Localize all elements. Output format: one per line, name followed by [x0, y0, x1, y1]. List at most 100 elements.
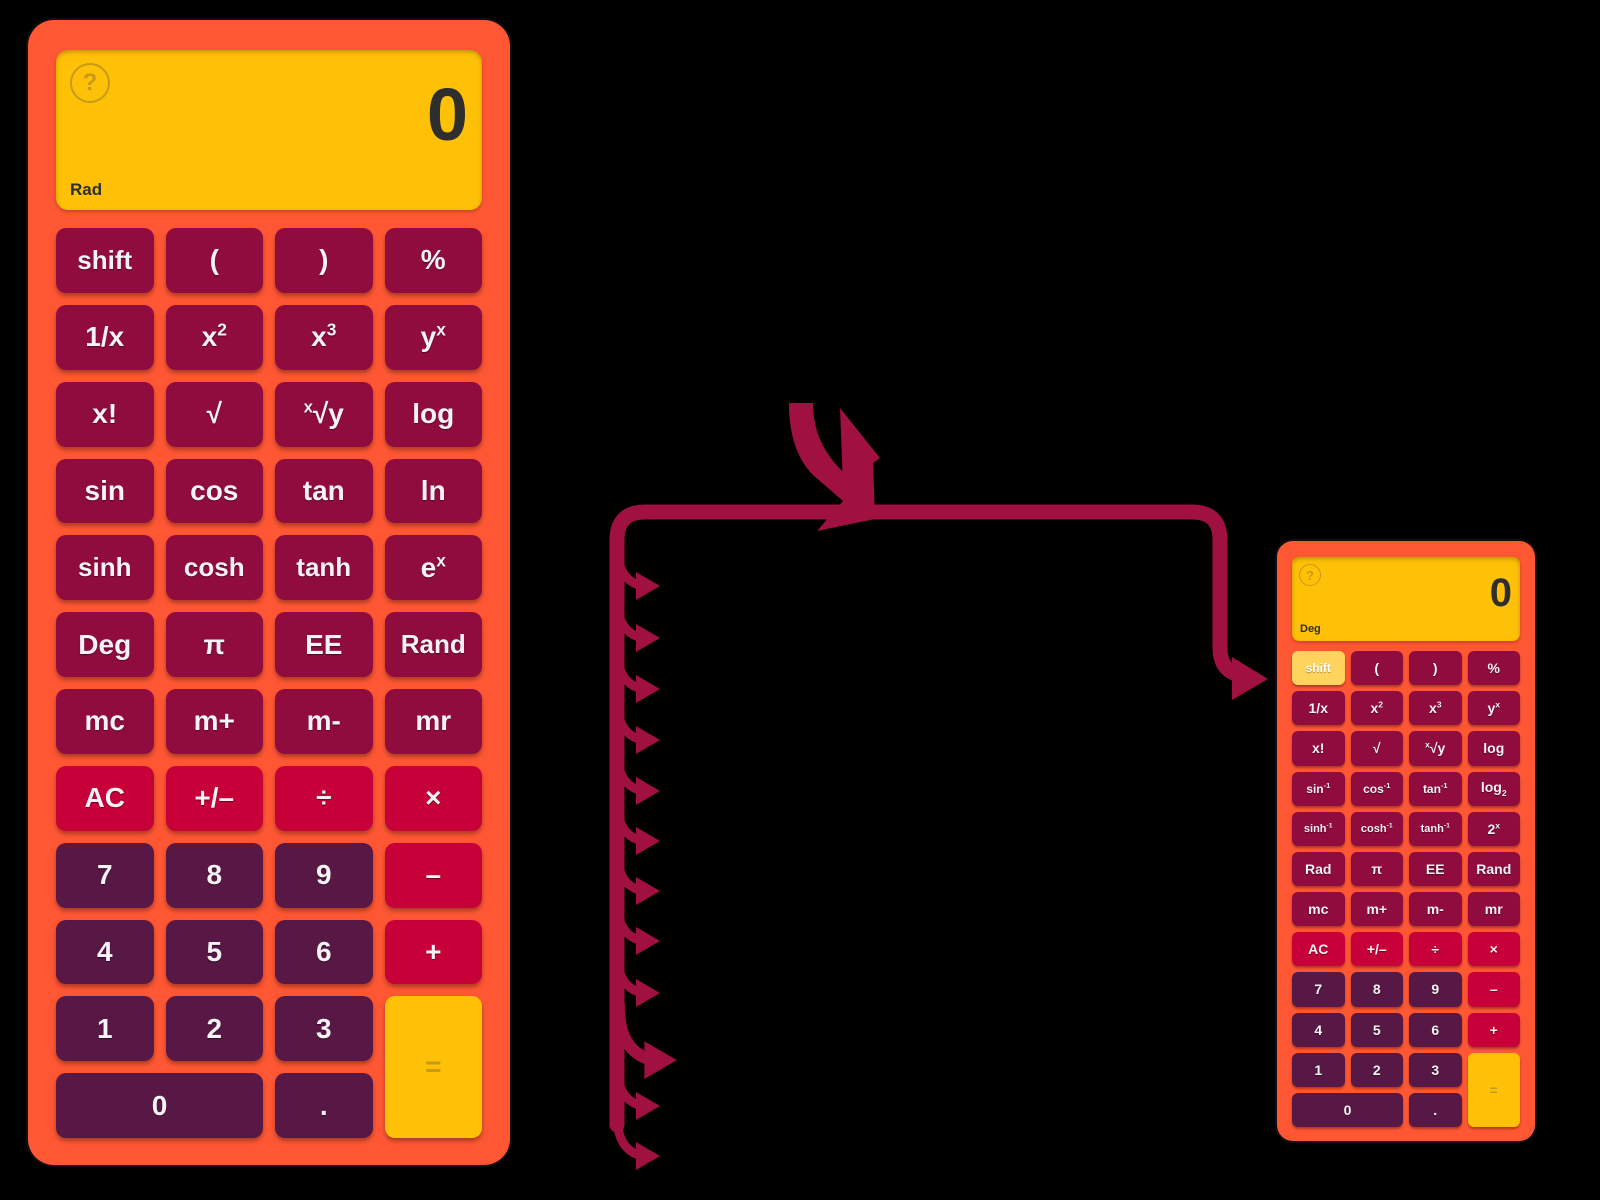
key-4[interactable]: 4	[56, 919, 154, 985]
key-x-y[interactable]: x√y	[275, 381, 373, 447]
key-0[interactable]: 0	[56, 1073, 263, 1138]
key-[interactable]: π	[1350, 851, 1403, 886]
key-rand[interactable]: Rand	[384, 612, 482, 677]
key-[interactable]: –	[1467, 972, 1520, 1007]
key-[interactable]: √	[1350, 731, 1403, 766]
key-[interactable]: +/–	[165, 765, 263, 831]
key-mc[interactable]: mc	[56, 689, 154, 754]
key-tan-1[interactable]: tan-1	[1409, 771, 1462, 806]
key-9[interactable]: 9	[275, 842, 373, 908]
key-3[interactable]: 3	[275, 996, 373, 1062]
key-8[interactable]: 8	[1350, 972, 1403, 1007]
key-ac[interactable]: AC	[56, 765, 154, 831]
key-4[interactable]: 4	[1292, 1012, 1345, 1047]
pointer-arrow-top-head-icon	[840, 408, 880, 485]
key-label: AC	[1308, 941, 1329, 958]
key-log[interactable]: log	[1467, 731, 1520, 766]
key-m[interactable]: m+	[1350, 892, 1403, 927]
key-7[interactable]: 7	[56, 842, 154, 908]
key-1[interactable]: 1	[56, 996, 154, 1062]
key-ee[interactable]: EE	[1409, 851, 1462, 886]
key-log2[interactable]: log2	[1467, 771, 1520, 806]
key-[interactable]: %	[1467, 651, 1520, 686]
key-[interactable]: –	[384, 842, 482, 908]
key-x3[interactable]: x3	[1409, 691, 1462, 726]
key-[interactable]: =	[384, 996, 482, 1138]
key-tanh-1[interactable]: tanh-1	[1409, 811, 1462, 846]
key-6[interactable]: 6	[1409, 1012, 1462, 1047]
key-3[interactable]: 3	[1409, 1052, 1462, 1087]
key-yx[interactable]: yx	[1467, 691, 1520, 726]
key-[interactable]: ÷	[1409, 932, 1462, 967]
key-1-x[interactable]: 1/x	[1292, 691, 1345, 726]
key-ex[interactable]: ex	[384, 535, 482, 601]
key-[interactable]: )	[1409, 651, 1462, 686]
key-deg[interactable]: Deg	[56, 612, 154, 677]
key-[interactable]: (	[1350, 651, 1403, 686]
key-shift[interactable]: shift	[56, 228, 154, 293]
key-ee[interactable]: EE	[275, 612, 373, 677]
key-6[interactable]: 6	[275, 919, 373, 985]
key-sinh-1[interactable]: sinh-1	[1292, 811, 1345, 846]
key-rand[interactable]: Rand	[1467, 851, 1520, 886]
key-[interactable]: +	[384, 919, 482, 985]
help-question-mark-icon[interactable]: ?	[70, 63, 110, 103]
key-label: ×	[425, 782, 442, 814]
key-m[interactable]: m-	[275, 689, 373, 754]
key-5[interactable]: 5	[1350, 1012, 1403, 1047]
key-mr[interactable]: mr	[1467, 892, 1520, 927]
key-x2[interactable]: x2	[165, 304, 263, 370]
key-x3[interactable]: x3	[275, 304, 373, 370]
key-m[interactable]: m-	[1409, 892, 1462, 927]
key-log[interactable]: log	[384, 381, 482, 447]
key-label: x√y	[303, 397, 344, 430]
key-[interactable]: .	[275, 1073, 373, 1138]
key-1-x[interactable]: 1/x	[56, 304, 154, 370]
key-mc[interactable]: mc	[1292, 892, 1345, 927]
key-[interactable]: π	[165, 612, 263, 677]
key-sin-1[interactable]: sin-1	[1292, 771, 1345, 806]
key-x2[interactable]: x2	[1350, 691, 1403, 726]
key-cos[interactable]: cos	[165, 458, 263, 524]
key-cosh[interactable]: cosh	[165, 535, 263, 601]
key-label: (	[1374, 660, 1380, 677]
help-question-mark-icon-shifted[interactable]: ?	[1299, 564, 1321, 586]
key-[interactable]: +	[1467, 1012, 1520, 1047]
key-yx[interactable]: yx	[384, 304, 482, 370]
key-0[interactable]: 0	[1292, 1092, 1403, 1127]
key-[interactable]: √	[165, 381, 263, 447]
key-[interactable]: =	[1467, 1052, 1520, 1127]
key-9[interactable]: 9	[1409, 972, 1462, 1007]
key-[interactable]: .	[1409, 1092, 1462, 1127]
key-shift[interactable]: shift	[1292, 651, 1345, 686]
key-sinh[interactable]: sinh	[56, 535, 154, 601]
key-[interactable]: ÷	[275, 765, 373, 831]
key-ln[interactable]: ln	[384, 458, 482, 524]
key-x[interactable]: x!	[1292, 731, 1345, 766]
key-2x[interactable]: 2x	[1467, 811, 1520, 846]
key-tan[interactable]: tan	[275, 458, 373, 524]
key-[interactable]: %	[384, 228, 482, 293]
key-[interactable]: (	[165, 228, 263, 293]
calculator-panel-unshifted: ? 0 Rad shift ()% 1/x x2 x3 yx x! √ x√y log sin cos…	[28, 20, 510, 1165]
key-m[interactable]: m+	[165, 689, 263, 754]
key-x[interactable]: x!	[56, 381, 154, 447]
key-cosh-1[interactable]: cosh-1	[1350, 811, 1403, 846]
key-[interactable]: +/–	[1350, 932, 1403, 967]
key-x-y[interactable]: x√y	[1409, 731, 1462, 766]
key-[interactable]: ×	[1467, 932, 1520, 967]
key-[interactable]: ×	[384, 765, 482, 831]
key-ac[interactable]: AC	[1292, 932, 1345, 967]
key-5[interactable]: 5	[165, 919, 263, 985]
key-sin[interactable]: sin	[56, 458, 154, 524]
key-8[interactable]: 8	[165, 842, 263, 908]
key-cos-1[interactable]: cos-1	[1350, 771, 1403, 806]
key-mr[interactable]: mr	[384, 689, 482, 754]
key-1[interactable]: 1	[1292, 1052, 1345, 1087]
key-tanh[interactable]: tanh	[275, 535, 373, 601]
key-[interactable]: )	[275, 228, 373, 293]
key-2[interactable]: 2	[165, 996, 263, 1062]
key-7[interactable]: 7	[1292, 972, 1345, 1007]
key-rad[interactable]: Rad	[1292, 851, 1345, 886]
key-2[interactable]: 2	[1350, 1052, 1403, 1087]
